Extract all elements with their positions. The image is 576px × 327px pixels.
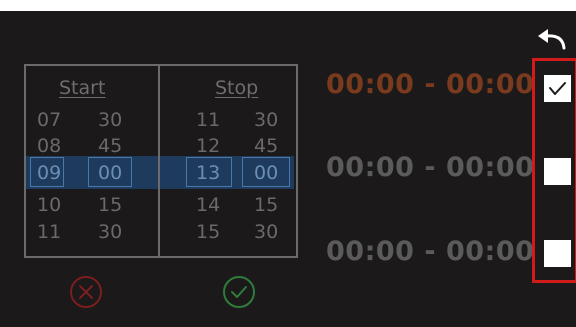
time-range-3[interactable]: 00:00 - 00:00 (326, 236, 534, 267)
picker-divider (158, 64, 160, 258)
check-icon (549, 82, 566, 95)
stop-hour-option[interactable]: 15 (196, 221, 220, 243)
start-minute-option[interactable]: 30 (98, 109, 122, 131)
time-range-1[interactable]: 00:00 - 00:00 (326, 69, 534, 100)
stop-minute-option[interactable]: 30 (254, 109, 278, 131)
stop-header: Stop (215, 77, 259, 99)
start-header: Start (59, 77, 106, 99)
start-hour-option[interactable]: 11 (37, 221, 61, 243)
stop-minute-selected[interactable]: 00 (254, 162, 278, 184)
start-hour-selected[interactable]: 09 (37, 162, 61, 184)
start-minute-selected[interactable]: 00 (98, 162, 122, 184)
stop-hour-option[interactable]: 11 (196, 109, 220, 131)
start-hour-option[interactable]: 10 (37, 194, 61, 216)
start-hour-option[interactable]: 07 (37, 109, 61, 131)
cancel-button[interactable] (69, 275, 103, 309)
stop-minute-option[interactable]: 30 (254, 221, 278, 243)
start-minute-option[interactable]: 30 (98, 221, 122, 243)
confirm-button[interactable] (222, 275, 256, 309)
stop-hour-option[interactable]: 14 (196, 194, 220, 216)
stop-hour-option[interactable]: 12 (196, 135, 220, 157)
stop-minute-option[interactable]: 15 (254, 194, 278, 216)
time-range-2[interactable]: 00:00 - 00:00 (326, 152, 534, 183)
start-hour-option[interactable]: 08 (37, 135, 61, 157)
stop-hour-selected[interactable]: 13 (196, 162, 220, 184)
start-minute-option[interactable]: 15 (98, 194, 122, 216)
slot-1-checkbox[interactable] (544, 75, 571, 102)
cancel-circle-icon (70, 276, 102, 308)
slot-3-checkbox[interactable] (544, 240, 571, 267)
top-strip (0, 0, 576, 11)
stop-minute-option[interactable]: 45 (254, 135, 278, 157)
slot-2-checkbox[interactable] (544, 158, 571, 185)
confirm-circle-icon (223, 276, 255, 308)
back-arrow-icon (538, 29, 566, 50)
back-button[interactable] (534, 26, 568, 52)
start-minute-option[interactable]: 45 (98, 135, 122, 157)
